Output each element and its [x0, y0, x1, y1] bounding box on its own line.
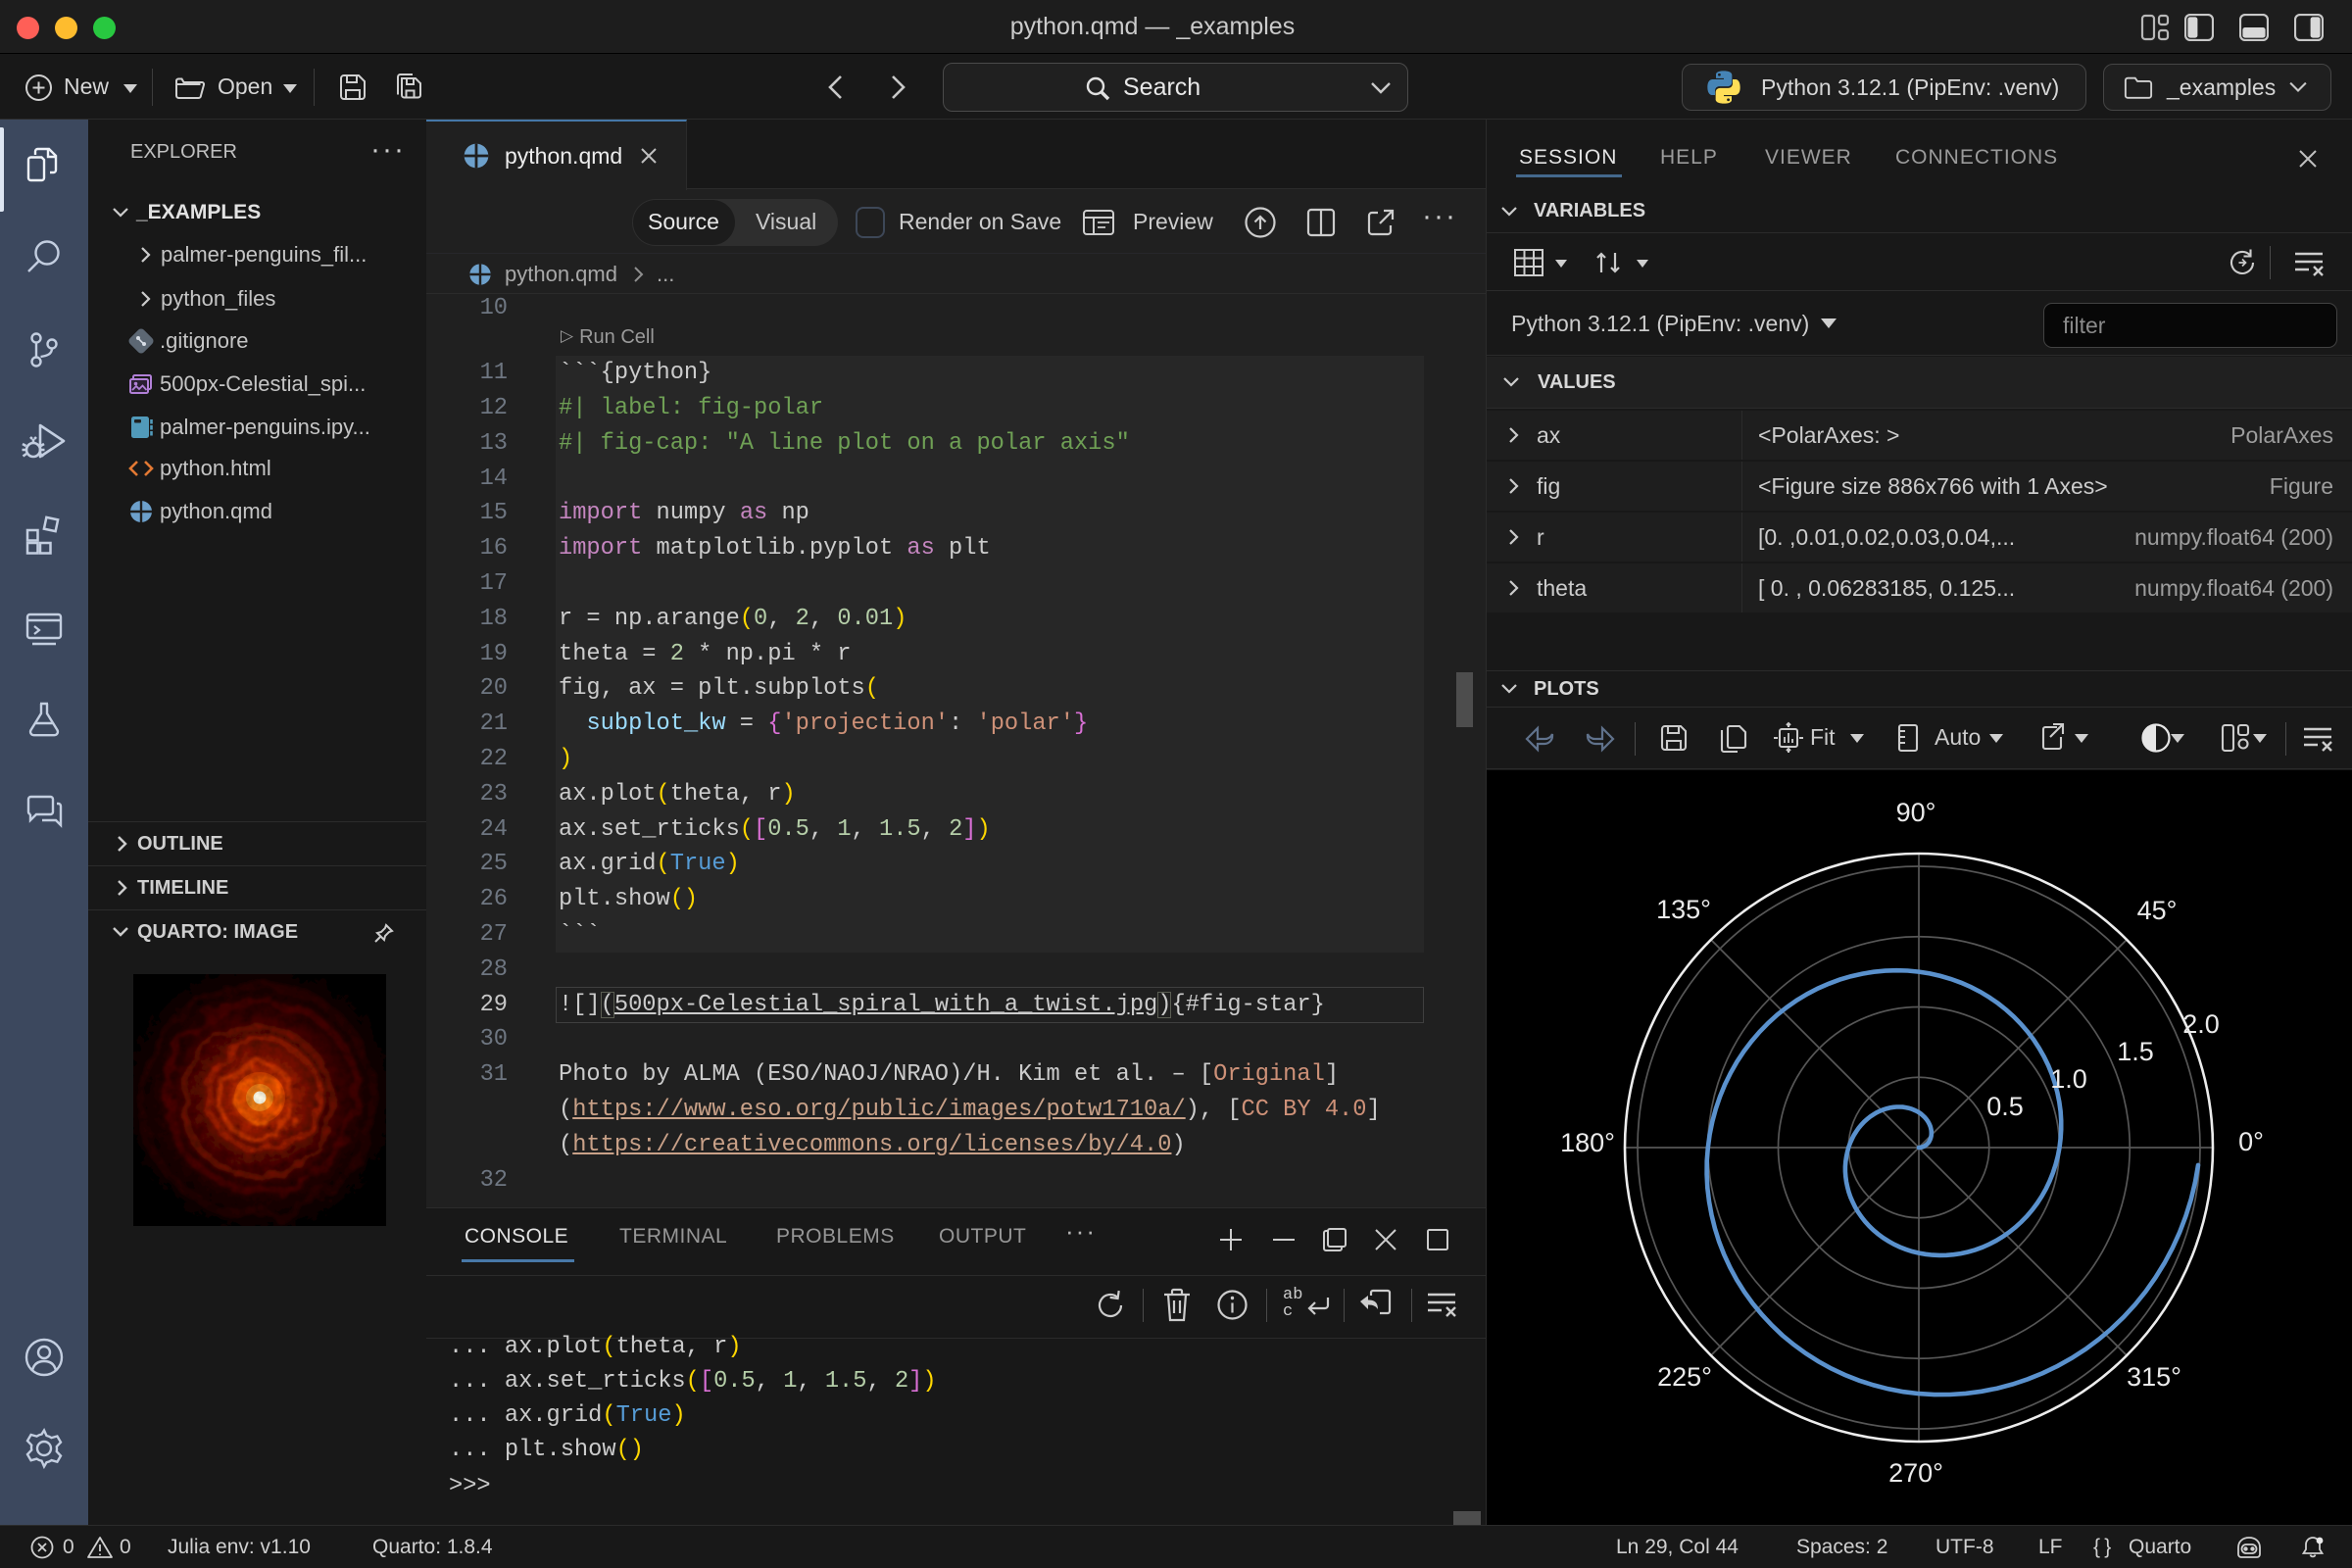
svg-text:0.5: 0.5 [1986, 1092, 2024, 1121]
svg-text:0°: 0° [2238, 1127, 2264, 1156]
svg-text:2.0: 2.0 [2182, 1009, 2220, 1039]
svg-text:1.5: 1.5 [2117, 1037, 2154, 1066]
svg-text:315°: 315° [2127, 1362, 2181, 1392]
svg-text:90°: 90° [1896, 798, 1936, 827]
svg-text:270°: 270° [1888, 1458, 1943, 1488]
svg-text:135°: 135° [1656, 895, 1711, 924]
svg-text:225°: 225° [1657, 1362, 1712, 1392]
svg-text:1.0: 1.0 [2050, 1064, 2087, 1094]
svg-text:45°: 45° [2137, 896, 2178, 925]
svg-text:180°: 180° [1560, 1128, 1615, 1157]
